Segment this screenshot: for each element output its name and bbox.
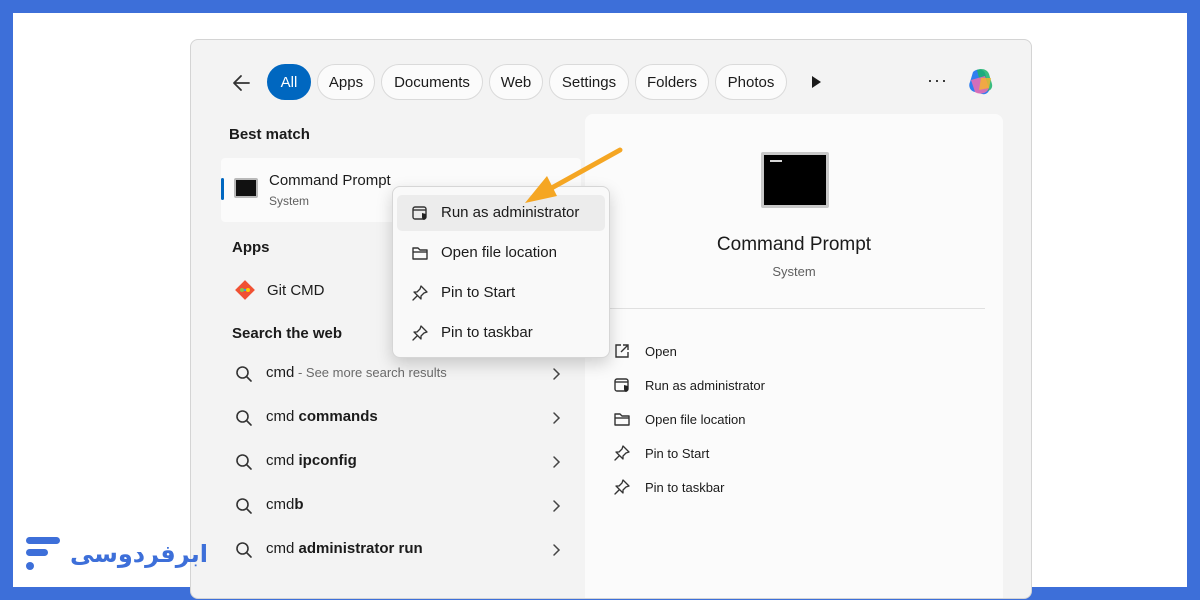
search-icon xyxy=(236,366,252,382)
action-label: Pin to taskbar xyxy=(645,479,725,495)
app-item-label: Git CMD xyxy=(267,281,325,299)
git-icon xyxy=(235,280,255,300)
action-pin-to-start[interactable]: Pin to Start xyxy=(613,442,709,464)
start-search-window: All Apps Documents Web Settings Folders … xyxy=(190,39,1032,599)
folder-icon xyxy=(614,413,630,426)
action-open-file-location[interactable]: Open file location xyxy=(613,408,745,430)
tab-settings[interactable]: Settings xyxy=(549,64,629,100)
detail-subtitle: System xyxy=(772,264,816,279)
web-result-prefix: cmd xyxy=(266,540,299,557)
pin-icon xyxy=(614,479,630,495)
context-menu-pin-to-taskbar[interactable]: Pin to taskbar xyxy=(397,315,605,351)
context-menu-pin-to-start[interactable]: Pin to Start xyxy=(397,275,605,311)
selection-indicator xyxy=(221,178,224,200)
overflow-menu-button[interactable]: ··· xyxy=(927,70,948,91)
tab-web[interactable]: Web xyxy=(489,64,543,100)
context-menu: Run as administrator Open file location … xyxy=(392,186,610,358)
chevron-right-icon xyxy=(553,368,561,380)
tab-photos[interactable]: Photos xyxy=(715,64,787,100)
search-icon xyxy=(236,454,252,470)
action-open[interactable]: Open xyxy=(613,340,677,362)
best-match-title: Command Prompt xyxy=(269,172,391,189)
folder-icon xyxy=(412,247,428,260)
detail-title: Command Prompt xyxy=(716,234,872,255)
pin-icon xyxy=(412,325,428,341)
chevron-right-icon xyxy=(553,544,561,556)
more-filters-button[interactable] xyxy=(806,71,826,93)
best-match-heading: Best match xyxy=(229,126,310,143)
brand-logo: ابرفردوسی xyxy=(22,534,208,574)
web-result-hint: - See more search results xyxy=(294,365,447,380)
context-menu-label: Pin to Start xyxy=(441,284,516,301)
search-icon xyxy=(236,542,252,558)
brand-logo-text: ابرفردوسی xyxy=(70,540,208,568)
web-result-bold: administrator run xyxy=(298,540,423,557)
brand-logo-icon xyxy=(26,537,60,570)
detail-panel: Command Prompt System Open Run as admini… xyxy=(585,114,1003,598)
arrow-left-icon xyxy=(233,75,250,91)
shield-window-icon xyxy=(412,206,427,220)
search-icon xyxy=(236,410,252,426)
action-label: Run as administrator xyxy=(645,377,765,393)
context-menu-open-file-location[interactable]: Open file location xyxy=(397,235,605,271)
web-result-row[interactable]: cmd commands xyxy=(231,400,571,436)
command-prompt-large-icon xyxy=(761,152,829,208)
action-label: Open xyxy=(645,343,677,359)
copilot-icon xyxy=(969,69,993,95)
divider xyxy=(605,308,985,309)
web-result-row[interactable]: cmd administrator run xyxy=(231,532,571,568)
web-result-prefix: cmd xyxy=(266,408,299,425)
tab-folders[interactable]: Folders xyxy=(635,64,709,100)
command-prompt-icon xyxy=(234,178,258,198)
chevron-right-icon xyxy=(553,500,561,512)
open-external-icon xyxy=(615,344,629,358)
web-result-bold: commands xyxy=(298,408,378,425)
tab-documents[interactable]: Documents xyxy=(381,64,483,100)
tab-all[interactable]: All xyxy=(267,64,311,100)
context-menu-label: Pin to taskbar xyxy=(441,324,533,341)
web-result-prefix: cmd xyxy=(266,496,295,513)
play-triangle-icon xyxy=(812,76,821,88)
context-menu-run-as-administrator[interactable]: Run as administrator xyxy=(397,195,605,231)
web-result-row[interactable]: cmd - See more search results xyxy=(231,356,571,392)
action-pin-to-taskbar[interactable]: Pin to taskbar xyxy=(613,476,725,498)
pin-icon xyxy=(412,285,428,301)
web-result-bold: b xyxy=(294,496,304,513)
action-run-as-administrator[interactable]: Run as administrator xyxy=(613,374,765,396)
back-button[interactable] xyxy=(227,69,259,97)
app-item-git-cmd[interactable]: Git CMD xyxy=(235,276,325,304)
action-label: Pin to Start xyxy=(645,445,710,461)
action-label: Open file location xyxy=(645,411,746,427)
copilot-button[interactable] xyxy=(963,64,999,100)
web-result-prefix: cmd xyxy=(266,364,295,381)
best-match-subtitle: System xyxy=(269,194,310,208)
search-icon xyxy=(236,498,252,514)
apps-heading: Apps xyxy=(232,239,270,256)
search-web-heading: Search the web xyxy=(232,325,343,342)
shield-window-icon xyxy=(614,378,629,392)
pin-icon xyxy=(614,445,630,461)
web-result-bold: ipconfig xyxy=(298,452,357,469)
context-menu-label: Run as administrator xyxy=(441,204,580,221)
context-menu-label: Open file location xyxy=(441,244,557,261)
web-result-row[interactable]: cmdb xyxy=(231,488,571,524)
chevron-right-icon xyxy=(553,412,561,424)
chevron-right-icon xyxy=(553,456,561,468)
web-result-prefix: cmd xyxy=(266,452,299,469)
tab-apps[interactable]: Apps xyxy=(317,64,375,100)
web-result-row[interactable]: cmd ipconfig xyxy=(231,444,571,480)
